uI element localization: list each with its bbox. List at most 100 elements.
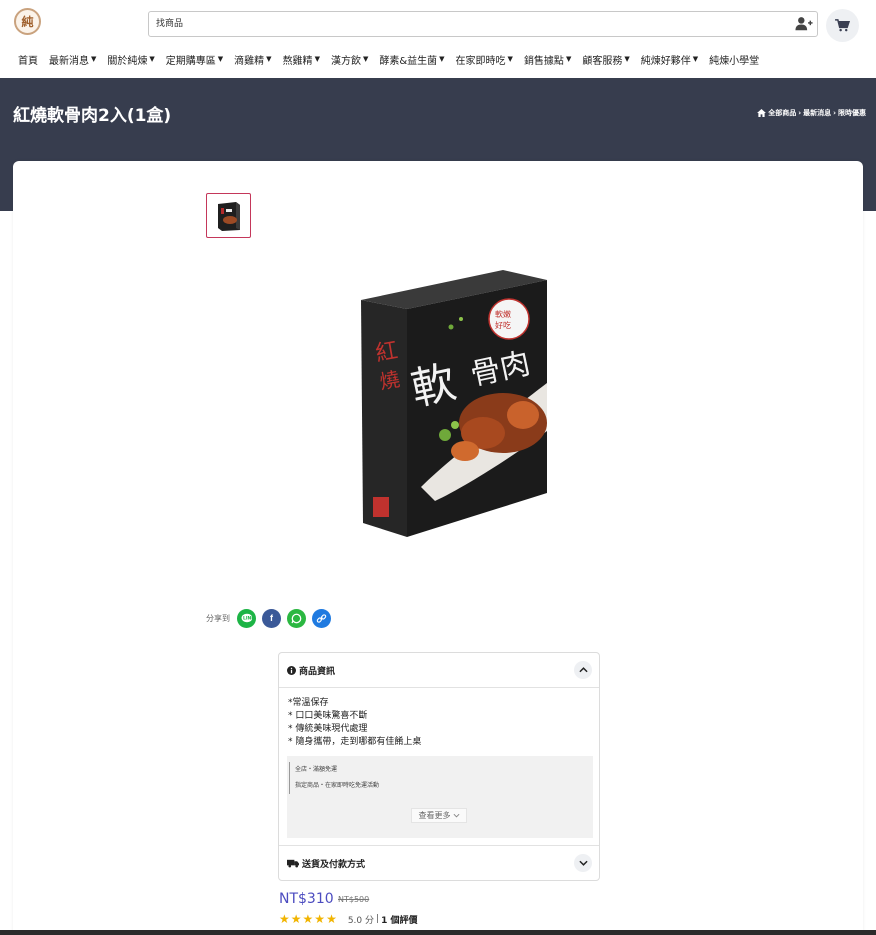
nav-label: 熬雞精 (282, 55, 313, 67)
chevron-down-icon: ▼ (91, 55, 97, 63)
page-title: 紅燒軟骨肉2入(1盒) (13, 106, 172, 126)
nav-item-stores[interactable]: 銷售據點 ▼ (524, 52, 571, 67)
nav-label: 最新消息 (49, 55, 89, 67)
nav-item-drip-essence[interactable]: 滴雞精 ▼ (234, 52, 271, 67)
rating-count-link[interactable]: 1 個評價 (381, 913, 417, 926)
promotion-item[interactable]: 全店・滿額免運 (295, 762, 379, 778)
share-bar: 分享到 LINE f (206, 607, 337, 629)
search-input[interactable] (149, 12, 779, 36)
bottom-bar (0, 930, 876, 935)
chevron-up-icon (578, 667, 588, 673)
chevron-down-icon (578, 860, 588, 866)
feature-list: *常溫保存 * 口口美味驚喜不斷 * 傳統美味現代處理 * 隨身攜帶，走到哪都有… (288, 697, 421, 749)
product-info-header[interactable]: 商品資訊 (279, 653, 599, 687)
nav-label: 在家即時吃 (455, 55, 506, 67)
chevron-down-icon (453, 813, 459, 818)
main-nav: 首頁 最新消息 ▼ 關於純煉 ▼ 定期購專區 ▼ 滴雞精 ▼ 熬雞精 ▼ 漢方飲 ▼ 酵素&… (18, 50, 770, 68)
breadcrumb: 全部商品 › 最新消息 › 限時優惠 (757, 108, 866, 118)
nav-item-herbal-drink[interactable]: 漢方飲 ▼ (331, 52, 368, 67)
nav-item-enzyme[interactable]: 酵素&益生菌 ▼ (379, 52, 444, 67)
product-thumbnail[interactable] (206, 193, 251, 238)
svg-text:好吃: 好吃 (495, 320, 511, 330)
line-share-button[interactable]: LINE (237, 608, 256, 628)
chevron-right-icon: › (798, 109, 802, 117)
promotion-item[interactable]: 指定商品・在家即時吃免運活動 (295, 778, 379, 794)
shipping-header[interactable]: 送貨及付款方式 (279, 846, 599, 880)
star-icon: ★ (279, 912, 291, 926)
chevron-down-icon: ▼ (624, 55, 630, 63)
nav-item-news[interactable]: 最新消息 ▼ (49, 52, 96, 67)
copy-link-button[interactable] (312, 608, 331, 628)
nav-label: 滴雞精 (234, 55, 265, 67)
product-box-image: 紅 燒 軟 骨肉 軟嫩 好吃 (361, 270, 547, 537)
chevron-down-icon: ▼ (507, 55, 513, 63)
chevron-down-icon: ▼ (217, 55, 224, 63)
user-add-icon[interactable] (795, 15, 813, 33)
star-icon: ★ (326, 912, 338, 926)
star-icon: ★ (302, 912, 315, 926)
star-icon: ★ (314, 912, 327, 926)
line-icon: LINE (241, 613, 253, 623)
expand-toggle[interactable] (574, 854, 592, 872)
svg-text:LINE: LINE (243, 616, 253, 622)
nav-item-ready-meals[interactable]: 在家即時吃 ▼ (456, 52, 513, 67)
nav-item-academy[interactable]: 純煉小學堂 (709, 52, 759, 67)
nav-item-customer-service[interactable]: 顧客服務 ▼ (582, 52, 629, 67)
share-label: 分享到 (206, 613, 230, 623)
svg-text:燒: 燒 (378, 367, 402, 394)
nav-item-subscription[interactable]: 定期購專區 ▼ (166, 52, 223, 67)
star-icon: ★ (290, 912, 303, 926)
view-more-label: 查看更多 (418, 811, 451, 820)
chevron-down-icon: ▼ (362, 55, 369, 63)
chevron-down-icon: ▼ (565, 55, 572, 63)
nav-label: 純煉好夥伴 (640, 55, 691, 67)
breadcrumb-item[interactable]: 最新消息 (803, 108, 831, 118)
breadcrumb-item[interactable]: 限時優惠 (838, 108, 866, 118)
facebook-share-button[interactable]: f (262, 608, 281, 628)
cart-icon (835, 19, 850, 32)
nav-label: 定期購專區 (165, 55, 216, 67)
chevron-right-icon: › (833, 109, 836, 117)
promotion-box: 全店・滿額免運 指定商品・在家即時吃免運活動 查看更多 (287, 756, 593, 838)
nav-label: 首頁 (18, 55, 38, 67)
feature-item: * 口口美味驚喜不斷 (288, 711, 368, 721)
rating-summary: ★★★★★ 5.0 分 | 1 個評價 (279, 912, 417, 926)
divider (279, 687, 599, 688)
whatsapp-share-button[interactable] (287, 608, 306, 628)
info-circle-icon (287, 665, 296, 675)
nav-item-simmered-essence[interactable]: 熬雞精 ▼ (283, 52, 320, 67)
chevron-down-icon: ▼ (149, 55, 155, 63)
brand-logo[interactable]: 純 (14, 8, 41, 35)
nav-label: 漢方飲 (330, 55, 361, 67)
original-price: NT$500 (338, 895, 370, 904)
feature-item: * 傳統美味現代處理 (288, 724, 368, 734)
search-bar (148, 11, 818, 37)
nav-label: 銷售據點 (523, 55, 564, 67)
nav-label: 酵素&益生菌 (379, 55, 438, 67)
home-icon (757, 109, 767, 117)
feature-item: *常溫保存 (288, 698, 329, 708)
product-info-accordion: 商品資訊 *常溫保存 * 口口美味驚喜不斷 * 傳統美味現代處理 * 隨身攜帶，… (278, 652, 600, 881)
whatsapp-icon (291, 613, 302, 623)
product-price: NT$310 (279, 891, 334, 907)
nav-item-about[interactable]: 關於純煉 ▼ (107, 52, 154, 67)
site-header: 純 首頁 最新消息▼ 關於純煉▼ 定期購專區▼ 滴雞精▼ 熬雞精▼ 漢方飲▼ 酵… (0, 0, 876, 78)
nav-label: 顧客服務 (582, 55, 623, 67)
truck-icon (287, 859, 299, 867)
cart-button[interactable] (826, 9, 859, 42)
star-rating[interactable]: ★★★★★ (279, 912, 338, 926)
product-thumbnail-image (217, 201, 240, 231)
view-more-button[interactable]: 查看更多 (411, 808, 467, 823)
chevron-down-icon: ▼ (314, 55, 320, 63)
nav-item-partners[interactable]: 純煉好夥伴 ▼ (641, 52, 698, 67)
chevron-down-icon: ▼ (266, 55, 272, 63)
chevron-down-icon: ▼ (692, 55, 699, 63)
collapse-toggle[interactable] (574, 661, 592, 679)
product-info-title: 商品資訊 (299, 666, 336, 677)
chevron-down-icon: ▼ (439, 55, 445, 63)
facebook-icon: f (270, 613, 273, 623)
breadcrumb-item[interactable]: 全部商品 (768, 108, 796, 118)
promotion-list: 全店・滿額免運 指定商品・在家即時吃免運活動 (289, 762, 379, 794)
nav-item-home[interactable]: 首頁 (18, 52, 38, 67)
feature-item: * 隨身攜帶，走到哪都有佳餚上桌 (288, 737, 422, 747)
